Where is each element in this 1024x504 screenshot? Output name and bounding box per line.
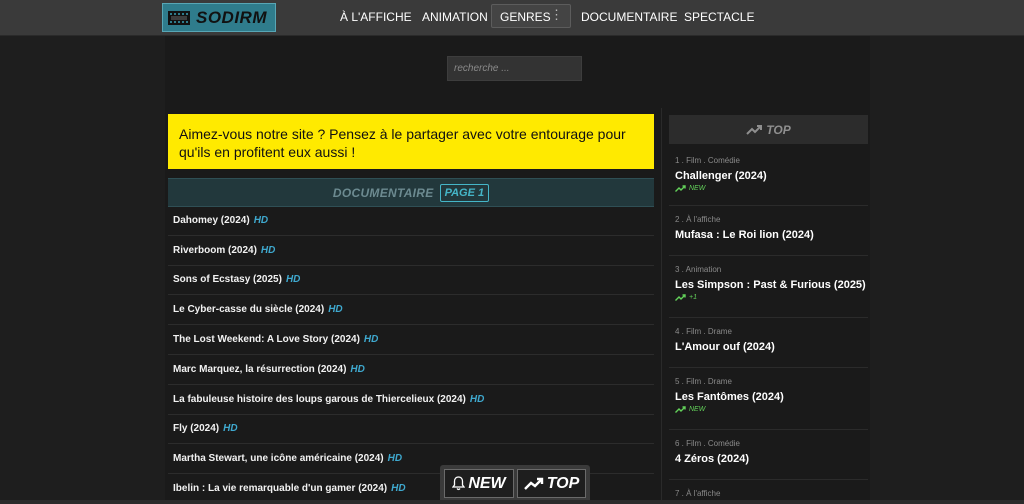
trend-badge: NEW [675, 185, 868, 192]
nav-item-animation[interactable]: ANIMATION [422, 10, 488, 24]
top-navigation-bar: SODIRM À L'AFFICHE ANIMATION GENRES ⋮ DO… [0, 0, 1024, 36]
list-item-title: The Lost Weekend: A Love Story (2024) [173, 334, 360, 346]
top-item[interactable]: 1 . Film . Comédie Challenger (2024) NEW [669, 147, 868, 206]
top-item-meta: 6 . Film . Comédie [675, 439, 740, 448]
list-item-title: Marc Marquez, la résurrection (2024) [173, 363, 347, 375]
top-item-title: Challenger (2024) [675, 170, 767, 182]
top-item-meta: 4 . Film . Drame [675, 327, 732, 336]
list-item-title: Dahomey (2024) [173, 214, 250, 226]
trending-up-icon [675, 185, 686, 192]
trending-up-icon [746, 124, 763, 135]
trend-badge-label: +1 [689, 294, 697, 301]
top-item[interactable]: 5 . Film . Drame Les Fantômes (2024) NEW [669, 368, 868, 430]
list-item-title: La fabuleuse histoire des loups garous d… [173, 393, 466, 405]
trend-badge: +1 [675, 294, 868, 301]
list-item[interactable]: Le Cyber-casse du siècle (2024) HD [168, 295, 654, 326]
trend-badge-label: NEW [689, 406, 706, 413]
nav-item-documentaire[interactable]: DOCUMENTAIRE [581, 10, 677, 24]
hd-badge: HD [363, 334, 379, 346]
list-item[interactable]: Riverboom (2024) HD [168, 236, 654, 266]
column-divider [661, 108, 662, 504]
new-button-label: NEW [468, 474, 506, 492]
film-icon [168, 10, 190, 25]
new-button[interactable]: NEW [444, 469, 514, 498]
hd-badge: HD [469, 393, 485, 405]
top-item-title: Les Simpson : Past & Furious (2025) [675, 279, 866, 291]
hd-badge: HD [253, 214, 269, 226]
list-item[interactable]: Fly (2024) HD [168, 415, 654, 445]
hd-badge: HD [223, 423, 238, 435]
list-item-title: Fly (2024) [173, 423, 220, 435]
list-item-title: Martha Stewart, une icône américaine (20… [173, 453, 384, 465]
bottom-strip [0, 500, 1024, 504]
hd-badge: HD [328, 304, 343, 316]
list-item[interactable]: Sons of Ecstasy (2025) HD [168, 266, 654, 296]
search-input[interactable] [447, 56, 582, 81]
top-list: 1 . Film . Comédie Challenger (2024) NEW 2 … [669, 147, 868, 504]
logo-text: SODIRM [196, 7, 267, 27]
hd-badge: HD [391, 483, 406, 495]
top-header: TOP [669, 115, 868, 144]
hd-badge: HD [260, 244, 276, 256]
list-item-title: Ibelin : La vie remarquable d'un gamer (… [173, 483, 388, 495]
section-header: DOCUMENTAIRE PAGE 1 [168, 178, 654, 207]
trending-up-icon [675, 294, 686, 301]
nav-item-affiche[interactable]: À L'AFFICHE [340, 10, 412, 24]
top-item-meta: 5 . Film . Drame [675, 377, 732, 386]
top-item-title: L'Amour ouf (2024) [675, 341, 775, 353]
list-item-title: Riverboom (2024) [173, 244, 257, 256]
floating-button-bar: NEW TOP [440, 465, 590, 504]
share-banner: Aimez-vous notre site ? Pensez à le part… [168, 114, 654, 169]
top-item-title: 4 Zéros (2024) [675, 453, 749, 465]
list-item[interactable]: Marc Marquez, la résurrection (2024) HD [168, 355, 654, 385]
trending-up-icon [523, 477, 543, 490]
top-title: TOP [766, 122, 791, 137]
list-item-title: Sons of Ecstasy (2025) [173, 274, 282, 286]
hd-badge: HD [350, 363, 365, 375]
hd-badge: HD [285, 274, 301, 286]
genres-label: GENRES [500, 10, 551, 24]
top-item[interactable]: 6 . Film . Comédie 4 Zéros (2024) [669, 430, 868, 480]
documentary-list: Dahomey (2024) HD Riverboom (2024) HD Sons o… [168, 206, 654, 504]
top-item[interactable]: 3 . Animation Les Simpson : Past & Furiou… [669, 256, 868, 318]
top-item-meta: 1 . Film . Comédie [675, 156, 740, 165]
section-title: DOCUMENTAIRE [332, 185, 434, 200]
top-item-title: Les Fantômes (2024) [675, 391, 784, 403]
list-item-title: Le Cyber-casse du siècle (2024) [173, 304, 325, 316]
bell-icon [452, 476, 466, 491]
list-item[interactable]: The Lost Weekend: A Love Story (2024) HD [168, 325, 654, 355]
top-item-meta: 3 . Animation [675, 265, 722, 274]
top-item[interactable]: 4 . Film . Drame L'Amour ouf (2024) [669, 318, 868, 368]
page-badge: PAGE 1 [439, 183, 490, 202]
trending-up-icon [675, 406, 686, 413]
top-item-meta: 2 . À l'affiche [675, 215, 721, 224]
hd-badge: HD [387, 453, 403, 465]
top-button[interactable]: TOP [517, 469, 586, 498]
trend-badge-label: NEW [689, 185, 706, 192]
trend-badge: NEW [675, 406, 868, 413]
top-button-label: TOP [546, 474, 580, 492]
top-item[interactable]: 2 . À l'affiche Mufasa : Le Roi lion (202… [669, 206, 868, 256]
top-item-title: Mufasa : Le Roi lion (2024) [675, 229, 814, 241]
kebab-menu-icon: ⋮ [550, 7, 563, 22]
list-item[interactable]: Dahomey (2024) HD [168, 206, 654, 236]
nav-genres-dropdown[interactable]: GENRES ⋮ [491, 4, 571, 28]
top-item-meta: 7 . À l'affiche [675, 489, 721, 498]
nav-item-spectacle[interactable]: SPECTACLE [684, 10, 754, 24]
site-logo[interactable]: SODIRM [162, 3, 276, 32]
list-item[interactable]: La fabuleuse histoire des loups garous d… [168, 385, 654, 415]
